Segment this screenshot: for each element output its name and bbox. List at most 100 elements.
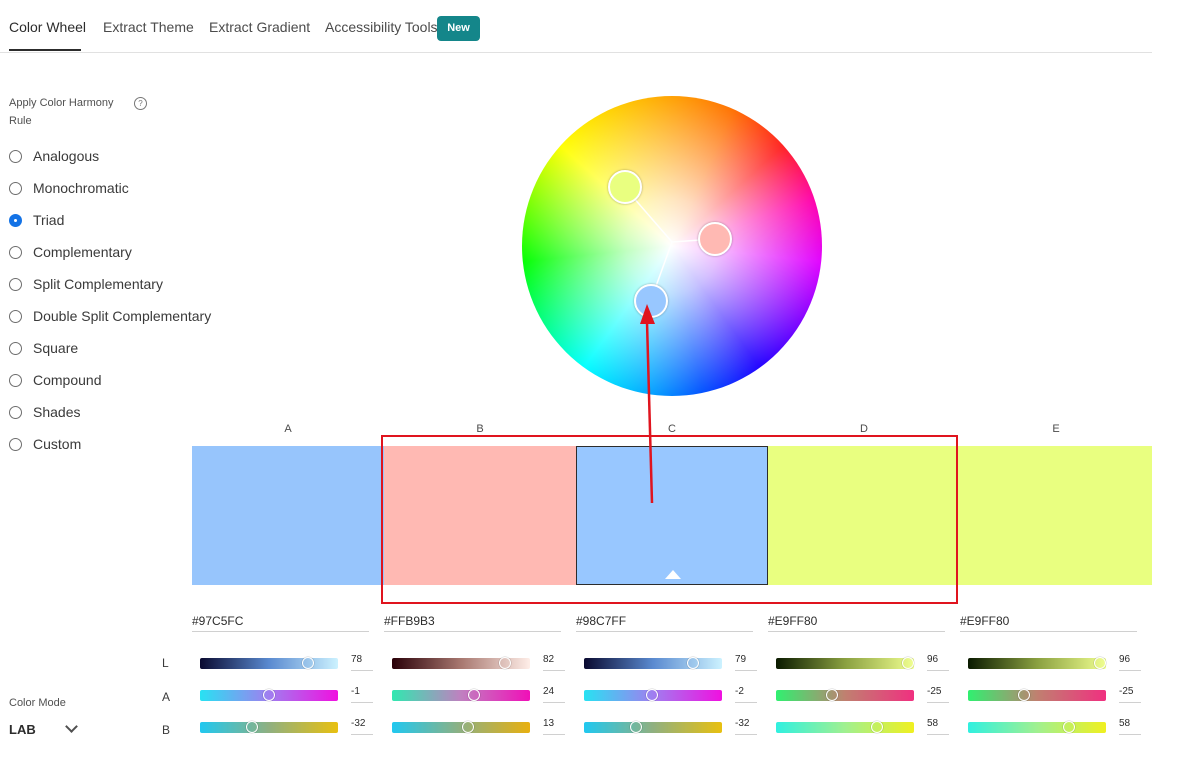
radio-triad[interactable] [9, 213, 22, 227]
slider-l-e[interactable] [968, 657, 1107, 669]
harmony-rule-split-complementary[interactable]: Split Complementary [9, 274, 163, 294]
harmony-rule-label-custom: Custom [33, 436, 82, 452]
tab-extract-theme[interactable]: Extract Theme [103, 19, 194, 35]
radio-split-complementary[interactable] [9, 277, 22, 291]
hex-input-b[interactable]: #FFB9B3 [384, 613, 561, 632]
value-l-c[interactable]: 79 [735, 654, 757, 671]
slider-b-d[interactable] [776, 721, 914, 733]
wheel-handle-c[interactable] [634, 284, 668, 318]
value-b-a[interactable]: -32 [351, 718, 373, 735]
channel-label-a: A [162, 690, 171, 704]
swatch-e[interactable] [960, 446, 1152, 585]
value-a-e[interactable]: -25 [1119, 686, 1141, 703]
slider-thumb[interactable] [646, 689, 659, 701]
slider-l-c[interactable] [584, 657, 722, 669]
value-a-a[interactable]: -1 [351, 686, 373, 703]
slider-thumb[interactable] [629, 721, 642, 733]
slider-thumb[interactable] [870, 721, 883, 733]
channel-label-b: B [162, 723, 171, 737]
wheel-handle-d[interactable] [608, 170, 642, 204]
slider-b-b[interactable] [392, 721, 530, 733]
value-l-d[interactable]: 96 [927, 654, 949, 671]
slider-thumb[interactable] [245, 721, 258, 733]
swatch-b[interactable] [384, 446, 576, 585]
radio-compound[interactable] [9, 373, 22, 387]
slider-thumb[interactable] [902, 657, 915, 669]
slider-l-a[interactable] [200, 657, 338, 669]
value-b-c[interactable]: -32 [735, 718, 757, 735]
tab-extract-gradient[interactable]: Extract Gradient [209, 19, 310, 35]
hex-input-e[interactable]: #E9FF80 [960, 613, 1137, 632]
radio-monochromatic[interactable] [9, 181, 22, 195]
color-mode-value: LAB [9, 722, 36, 737]
harmony-rule-custom[interactable]: Custom [9, 434, 81, 454]
swatch-letter-a: A [284, 423, 292, 435]
slider-l-b[interactable] [392, 657, 530, 669]
active-tab-indicator [9, 49, 81, 51]
slider-a-d[interactable] [776, 689, 914, 701]
slider-thumb[interactable] [1062, 721, 1075, 733]
value-l-b[interactable]: 82 [543, 654, 565, 671]
harmony-rule-square[interactable]: Square [9, 338, 78, 358]
radio-shades[interactable] [9, 405, 22, 419]
swatch-d[interactable] [768, 446, 960, 585]
tab-color-wheel[interactable]: Color Wheel [9, 19, 86, 35]
value-a-b[interactable]: 24 [543, 686, 565, 703]
harmony-rule-label-double-split-complementary: Double Split Complementary [33, 308, 212, 324]
value-b-e[interactable]: 58 [1119, 718, 1141, 735]
swatch-letter-e: E [1052, 423, 1060, 435]
swatch-a[interactable] [192, 446, 384, 585]
color-wheel[interactable] [522, 96, 822, 396]
value-a-d[interactable]: -25 [927, 686, 949, 703]
radio-double-split-complementary[interactable] [9, 309, 22, 323]
harmony-rule-label-monochromatic: Monochromatic [33, 180, 129, 196]
value-b-b[interactable]: 13 [543, 718, 565, 735]
slider-a-c[interactable] [584, 689, 722, 701]
harmony-rule-compound[interactable]: Compound [9, 370, 102, 390]
selected-caret-icon [665, 570, 681, 579]
slider-b-e[interactable] [968, 721, 1106, 733]
hex-input-c[interactable]: #98C7FF [576, 613, 753, 632]
value-b-d[interactable]: 58 [927, 718, 949, 735]
slider-l-d[interactable] [776, 657, 915, 669]
slider-thumb[interactable] [468, 689, 481, 701]
slider-b-c[interactable] [584, 721, 722, 733]
harmony-rule-triad[interactable]: Triad [9, 210, 64, 230]
slider-a-a[interactable] [200, 689, 338, 701]
slider-a-b[interactable] [392, 689, 530, 701]
slider-b-a[interactable] [200, 721, 338, 733]
slider-thumb[interactable] [301, 657, 314, 669]
radio-custom[interactable] [9, 437, 22, 451]
radio-square[interactable] [9, 341, 22, 355]
color-mode-select[interactable]: LAB [9, 719, 81, 741]
value-l-e[interactable]: 96 [1119, 654, 1141, 671]
channel-label-l: L [162, 656, 169, 670]
harmony-rule-label-complementary: Complementary [33, 244, 132, 260]
slider-thumb[interactable] [825, 689, 838, 701]
harmony-rule-double-split-complementary[interactable]: Double Split Complementary [9, 306, 211, 326]
radio-analogous[interactable] [9, 149, 22, 163]
hex-input-a[interactable]: #97C5FC [192, 613, 369, 632]
harmony-rule-monochromatic[interactable]: Monochromatic [9, 178, 129, 198]
harmony-rule-complementary[interactable]: Complementary [9, 242, 132, 262]
radio-complementary[interactable] [9, 245, 22, 259]
slider-thumb[interactable] [262, 689, 275, 701]
slider-thumb[interactable] [687, 657, 700, 669]
slider-thumb[interactable] [499, 657, 512, 669]
value-a-c[interactable]: -2 [735, 686, 757, 703]
slider-thumb[interactable] [462, 721, 475, 733]
harmony-rule-shades[interactable]: Shades [9, 402, 80, 422]
swatch-c[interactable] [576, 446, 768, 585]
tab-accessibility-tools[interactable]: Accessibility Tools [325, 19, 438, 35]
value-l-a[interactable]: 78 [351, 654, 373, 671]
harmony-rule-analogous[interactable]: Analogous [9, 146, 99, 166]
slider-thumb[interactable] [1094, 657, 1107, 669]
tab-bar: Color Wheel Extract Theme Extract Gradie… [0, 0, 1152, 53]
harmony-rule-label-shades: Shades [33, 404, 81, 420]
harmony-rule-label-triad: Triad [33, 212, 65, 228]
slider-thumb[interactable] [1017, 689, 1030, 701]
wheel-handle-b[interactable] [698, 222, 732, 256]
question-circle-icon[interactable]: ? [134, 97, 147, 110]
hex-input-d[interactable]: #E9FF80 [768, 613, 945, 632]
slider-a-e[interactable] [968, 689, 1106, 701]
